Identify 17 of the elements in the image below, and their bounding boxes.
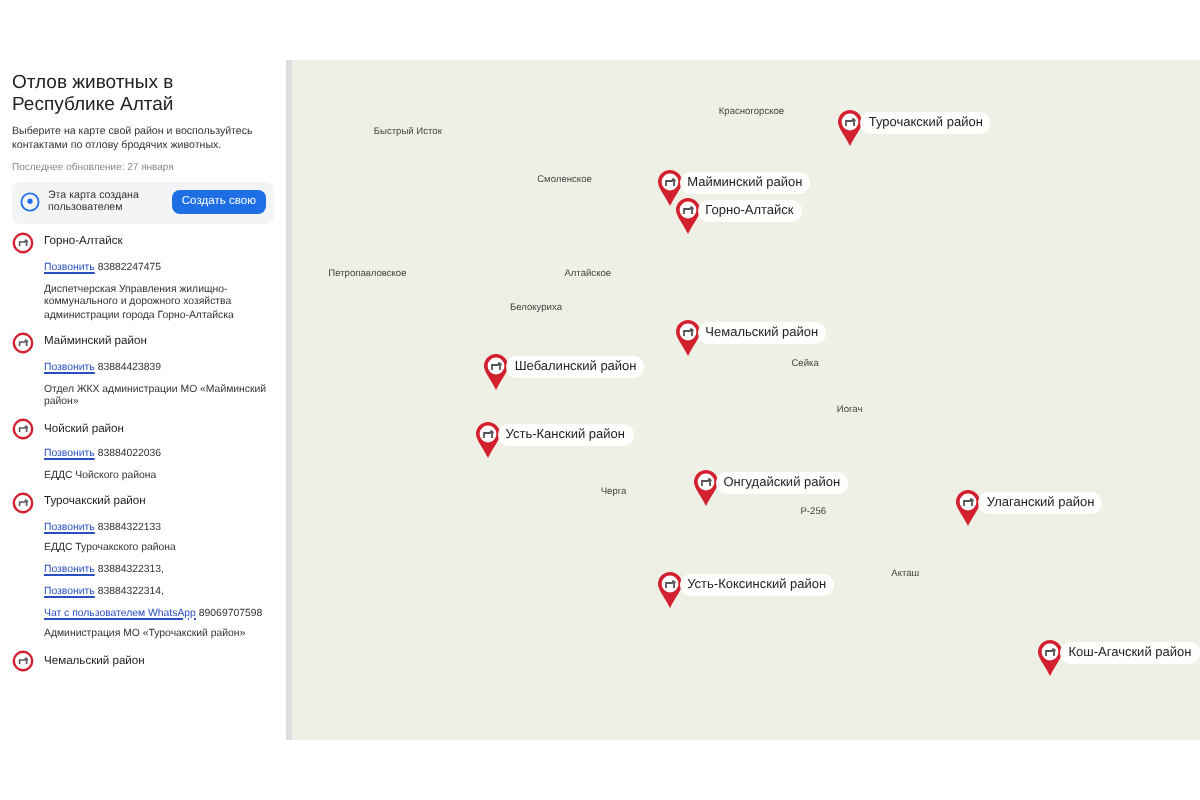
map-pin-icon[interactable] <box>836 107 865 148</box>
map-pin-icon[interactable] <box>673 318 702 359</box>
location-icon <box>20 192 40 213</box>
animal-marker-icon <box>12 231 34 254</box>
panel-title: Отлов животных в Республике Алтай <box>12 72 176 118</box>
animal-marker-icon <box>12 491 34 513</box>
map-pin-icon[interactable] <box>655 168 684 209</box>
map-pin-icon[interactable] <box>473 420 502 461</box>
animal-marker-icon <box>12 418 34 440</box>
animal-marker-icon <box>12 331 34 354</box>
map-pin-icon[interactable] <box>673 196 702 236</box>
map-pin-icon[interactable] <box>691 468 720 508</box>
map-pin-icon[interactable] <box>954 488 983 529</box>
map-pin-icon[interactable] <box>655 570 684 610</box>
map-pin-icon[interactable] <box>1036 638 1065 678</box>
map-pin-icon[interactable] <box>482 352 511 393</box>
animal-marker-icon <box>12 650 34 672</box>
